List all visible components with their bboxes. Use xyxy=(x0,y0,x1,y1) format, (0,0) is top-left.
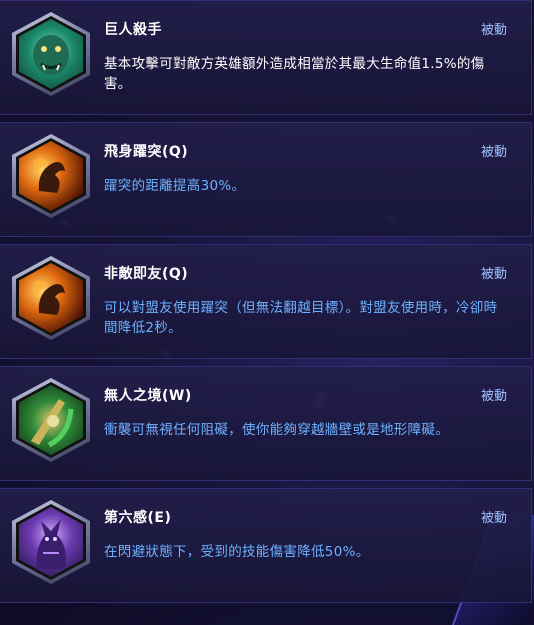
talent-type-label: 被動 xyxy=(480,23,507,38)
talent-type-label: 被動 xyxy=(480,389,507,404)
talent-icon-frame xyxy=(12,134,90,218)
talent-row[interactable]: 無人之境(W) 被動 衝襲可無視任何阻礙，使你能夠穿越牆壁或是地形障礙。 xyxy=(0,366,532,481)
talent-description: 衝襲可無視任何阻礙，使你能夠穿越牆壁或是地形障礙。 xyxy=(104,422,449,438)
talent-type-label: 被動 xyxy=(480,267,507,282)
leap-fire-icon xyxy=(19,263,83,333)
talent-row[interactable]: 第六感(E) 被動 在閃避狀態下，受到的技能傷害降低50%。 xyxy=(0,488,532,603)
shadow-figure-icon xyxy=(19,507,83,577)
talent-type-label: 被動 xyxy=(480,511,507,526)
leap-fire-icon xyxy=(19,141,83,211)
talent-row[interactable]: 飛身躍突(Q) 被動 躍突的距離提高30%。 xyxy=(0,122,532,237)
talent-title: 第六感(E) xyxy=(104,510,172,526)
talent-icon-frame xyxy=(12,12,90,96)
talent-title: 巨人殺手 xyxy=(104,22,162,38)
talent-title: 飛身躍突(Q) xyxy=(104,144,189,160)
talent-description: 在閃避狀態下，受到的技能傷害降低50%。 xyxy=(104,544,370,560)
talent-description: 可以對盟友使用躍突（但無法翻越目標）。對盟友使用時，冷卻時間降低2秒。 xyxy=(104,300,498,336)
talent-type-label: 被動 xyxy=(480,145,507,160)
talent-list: 巨人殺手 被動 基本攻擊可對敵方英雄額外造成相當於其最大生命值1.5%的傷害。 … xyxy=(0,0,532,603)
talent-title: 非敵即友(Q) xyxy=(104,266,189,282)
blade-armor-icon xyxy=(19,385,83,455)
talent-description: 躍突的距離提高30%。 xyxy=(104,178,246,194)
talent-icon-frame xyxy=(12,378,90,462)
talent-row[interactable]: 巨人殺手 被動 基本攻擊可對敵方英雄額外造成相當於其最大生命值1.5%的傷害。 xyxy=(0,0,532,115)
talent-row[interactable]: 非敵即友(Q) 被動 可以對盟友使用躍突（但無法翻越目標）。對盟友使用時，冷卻時… xyxy=(0,244,532,359)
talent-title: 無人之境(W) xyxy=(104,388,192,404)
talent-icon-frame xyxy=(12,256,90,340)
talent-icon-frame xyxy=(12,500,90,584)
ogre-face-icon xyxy=(19,19,83,89)
talent-description: 基本攻擊可對敵方英雄額外造成相當於其最大生命值1.5%的傷害。 xyxy=(104,56,485,92)
